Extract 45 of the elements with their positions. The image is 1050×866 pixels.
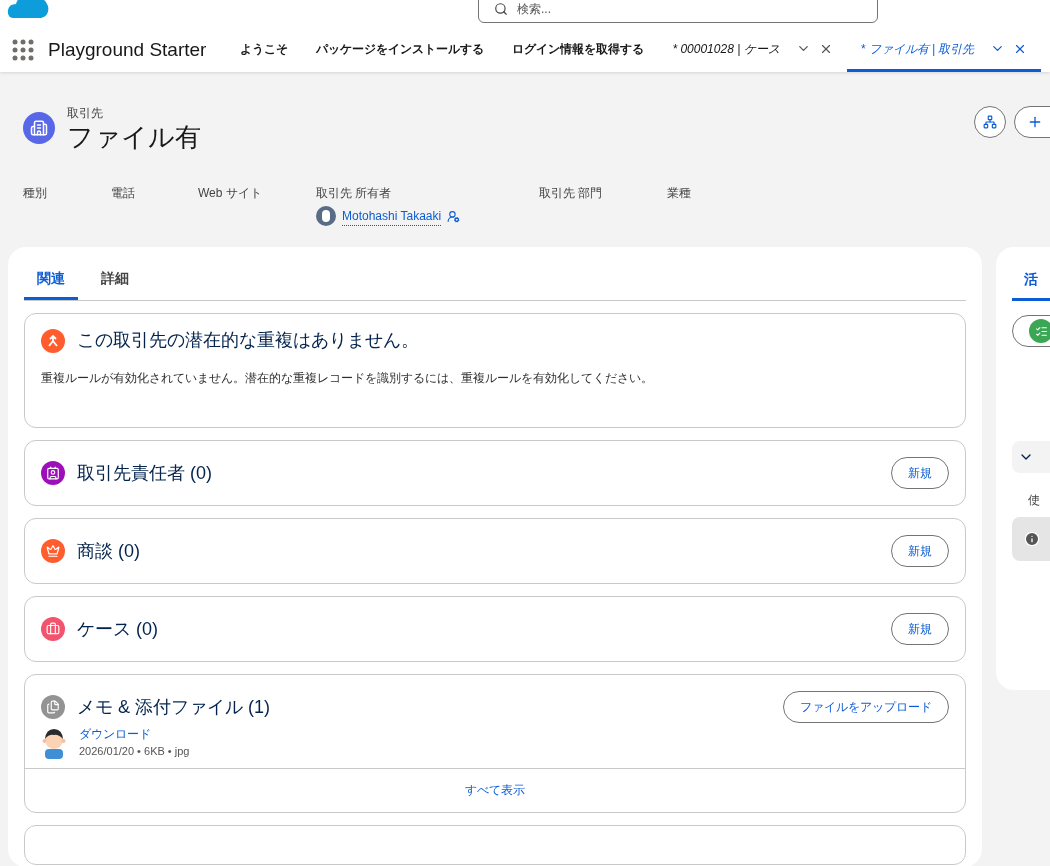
field-label: 取引先 所有者 [316,185,393,202]
view-all-link[interactable]: すべて表示 [465,781,525,799]
workspace-tab[interactable]: ログイン情報を取得する [498,28,659,72]
search-icon [494,2,508,16]
field-label: 業種 [667,185,692,202]
related-list-title[interactable]: 取引先責任者 (0) [77,459,212,487]
info-text: 使 [1027,492,1041,509]
new-button[interactable]: ファイルをアップロード [783,691,949,723]
duplicate-message: 重複ルールが有効化されていません。潜在的な重複レコードを識別するには、重複ルールを有効化してください。 [41,370,654,387]
cloud-logo-icon[interactable] [7,0,49,18]
field-label: 取引先 部門 [539,185,604,202]
new-button[interactable]: 新規 [891,613,949,645]
hierarchy-button[interactable] [974,106,1006,138]
duplicate-title: この取引先の潜在的な重複はありません。 [77,329,419,352]
file-link[interactable]: ダウンロード [79,725,190,743]
related-list-title[interactable]: 商談 (0) [77,537,140,565]
search-field[interactable]: 検索... [478,0,878,23]
detail-tab[interactable]: 関連 [24,268,78,300]
workspace-tab[interactable]: * ファイル有 | 取引先 [846,28,1042,72]
merge-icon [41,328,65,353]
app-launcher-icon[interactable] [12,39,34,61]
app-name: Playground Starter [48,37,207,62]
object-label: 取引先 [67,105,104,122]
related-list-title[interactable]: メモ & 添付ファイル (1) [77,693,270,721]
building-icon [23,112,55,144]
workspace-tab[interactable]: * 00001028 | ケース [658,28,847,72]
related-list-title[interactable]: ケース (0) [77,615,158,643]
owner-link[interactable]: Motohashi Takaaki [342,206,442,226]
filter-bar[interactable] [1012,441,1050,473]
field-label: 種別 [23,185,48,202]
avatar-icon [316,206,336,226]
detail-tab[interactable]: 詳細 [88,268,142,300]
workspace-tab[interactable]: パッケージをインストールする [302,28,499,72]
plus-icon [1027,114,1043,130]
field-label: Web サイト [198,185,263,202]
field-label: 電話 [111,185,136,202]
new-button[interactable]: 新規 [891,535,949,567]
new-button[interactable]: 新規 [891,457,949,489]
workspace-tab[interactable]: ようこそ [226,28,303,72]
file-meta: 2026/01/20 • 6KB • jpg [79,744,190,759]
activity-tab[interactable]: 活 [1012,269,1050,301]
record-title: ファイル有 [67,122,201,152]
hierarchy-icon [983,115,997,129]
change-owner-icon[interactable] [447,209,461,223]
add-button[interactable] [1014,106,1050,138]
